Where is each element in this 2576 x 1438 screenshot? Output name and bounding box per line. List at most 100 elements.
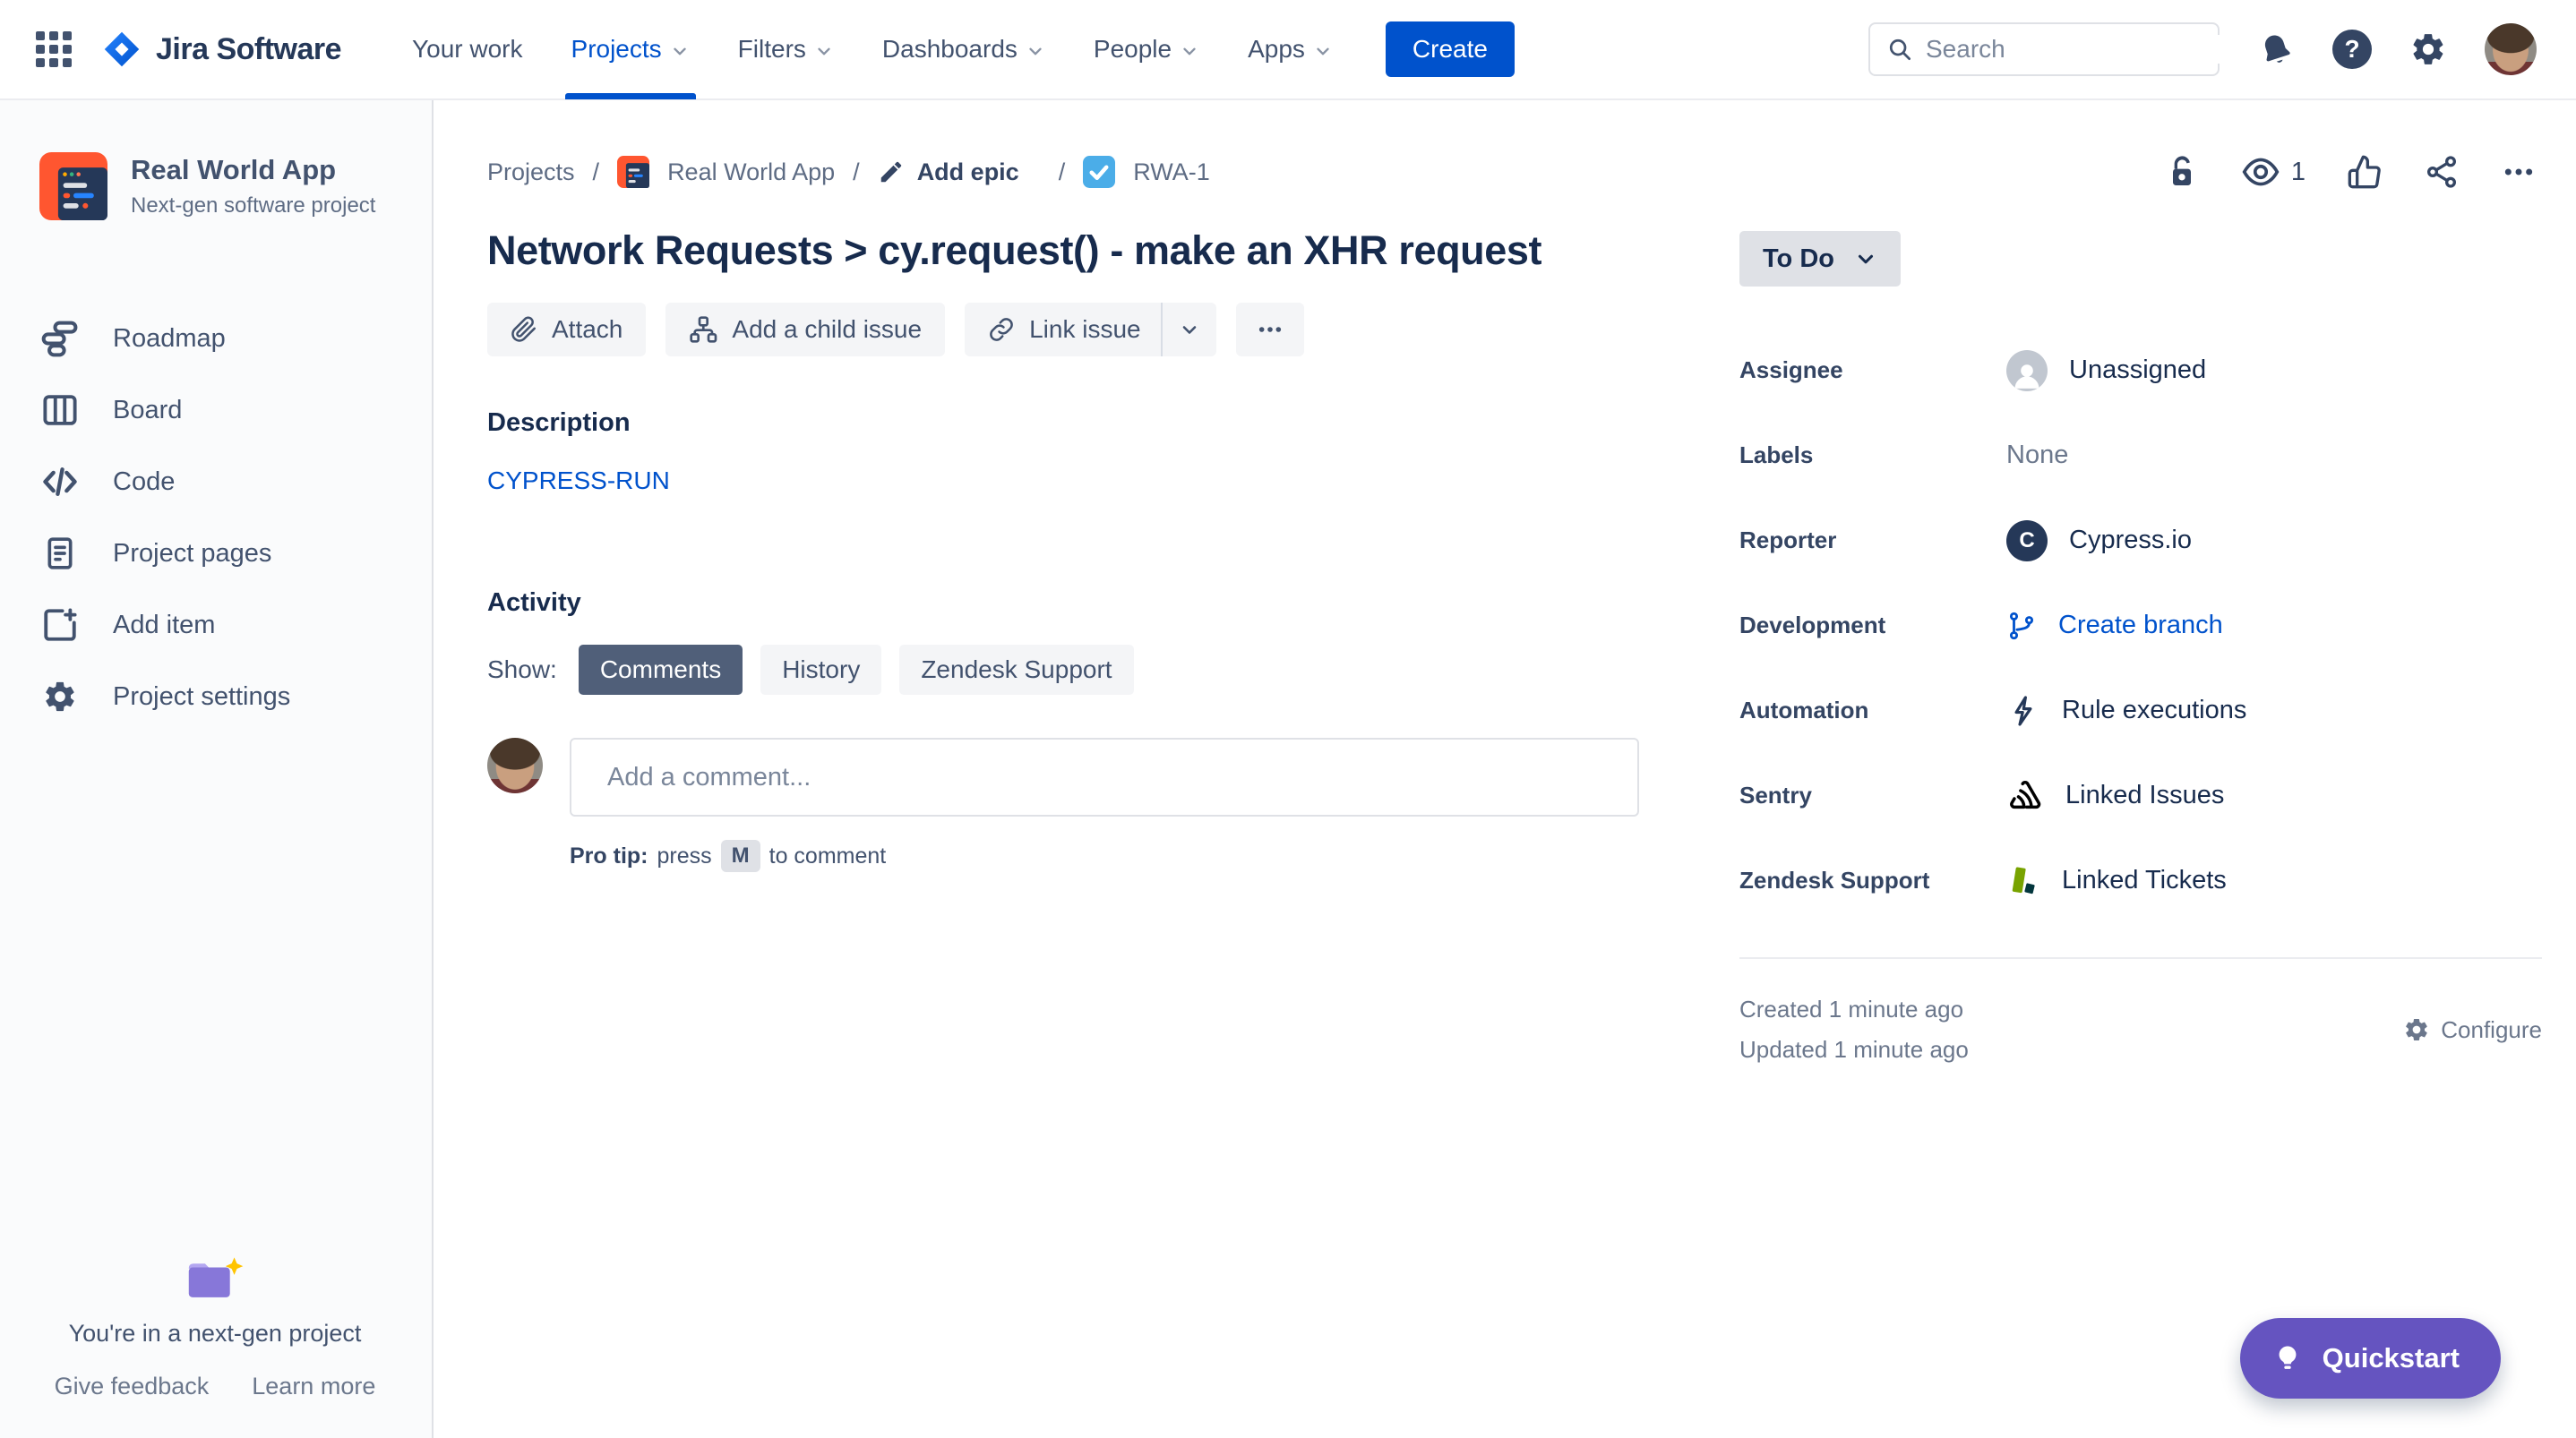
gear-icon [39, 679, 81, 715]
give-feedback-link[interactable]: Give feedback [55, 1373, 210, 1400]
sidebar-item-code[interactable]: Code [39, 446, 432, 518]
next-gen-message: You're in a next-gen project [68, 1320, 362, 1347]
paperclip-icon [511, 316, 537, 343]
issue-dates: Created 1 minute ago Updated 1 minute ag… [1739, 989, 1969, 1070]
issue-actions: Attach Add a child issue Link issue [487, 303, 1639, 356]
notifications-bell-icon[interactable] [2253, 26, 2300, 73]
search-input[interactable] [1926, 35, 2249, 64]
field-reporter: Reporter C Cypress.io [1739, 498, 2542, 583]
description-heading: Description [487, 408, 631, 437]
more-actions-button[interactable] [1235, 303, 1304, 356]
project-avatar [39, 152, 107, 220]
linked-issues-link[interactable]: Linked Issues [2006, 777, 2224, 815]
project-name: Real World App [131, 154, 337, 185]
settings-gear-icon[interactable] [2409, 30, 2447, 68]
panel-divider [1739, 957, 2542, 959]
updated-date: Updated 1 minute ago [1739, 1036, 1969, 1063]
comment-input[interactable] [570, 738, 1639, 817]
nav-item-your-work[interactable]: Your work [388, 0, 546, 99]
filter-zendesk[interactable]: Zendesk Support [899, 645, 1134, 695]
roadmap-icon [39, 319, 81, 358]
show-label: Show: [487, 655, 557, 683]
chevron-down-icon [670, 41, 690, 61]
field-sentry: Sentry Linked Issues [1739, 753, 2542, 838]
search-box[interactable] [1868, 22, 2249, 76]
configure-button[interactable]: Configure [2403, 989, 2542, 1070]
quickstart-button[interactable]: Quickstart [2239, 1318, 2501, 1399]
watchers-count: 1 [2290, 157, 2306, 186]
help-icon[interactable]: ? [2332, 30, 2372, 69]
field-labels: Labels None [1739, 441, 2069, 470]
create-branch-link[interactable]: Create branch [2006, 611, 2223, 641]
unlock-icon[interactable] [2164, 154, 2200, 190]
labels-value[interactable]: None [2006, 441, 2068, 470]
chevron-down-icon [814, 41, 834, 61]
child-issue-icon [689, 315, 717, 344]
jira-logo[interactable]: Jira Software [102, 30, 342, 69]
user-avatar[interactable] [2485, 23, 2537, 75]
breadcrumb-projects[interactable]: Projects [487, 158, 575, 186]
learn-more-link[interactable]: Learn more [252, 1373, 375, 1400]
link-issue-split-button: Link issue [965, 303, 1216, 356]
add-epic-button[interactable]: Add epic [878, 158, 1019, 186]
issue-title[interactable]: Network Requests > cy.request() - make a… [487, 227, 1639, 274]
nav-item-apps[interactable]: Apps [1224, 0, 1357, 99]
sidebar-item-project-pages[interactable]: Project pages [39, 518, 432, 589]
reporter-avatar: C [2006, 519, 2048, 561]
activity-heading: Activity [487, 588, 581, 617]
watchers-icon[interactable]: 1 [2241, 152, 2306, 192]
task-type-icon [1083, 156, 1116, 188]
field-assignee: Assignee Unassigned [1739, 328, 2542, 413]
status-dropdown[interactable]: To Do [1739, 231, 1901, 287]
zendesk-icon [2006, 864, 2040, 898]
description-link[interactable]: CYPRESS-RUN [487, 466, 670, 495]
brand-name: Jira Software [156, 31, 342, 66]
primary-nav: Your work Projects Filters Dashboards Pe… [388, 0, 1357, 99]
code-icon [39, 462, 81, 501]
chevron-down-icon [1313, 41, 1333, 61]
sidebar-item-roadmap[interactable]: Roadmap [39, 303, 432, 374]
breadcrumb-project[interactable]: Real World App [667, 158, 835, 186]
current-user-avatar [487, 738, 543, 793]
issue-toolbar: 1 [2164, 152, 2537, 192]
nav-item-filters[interactable]: Filters [714, 0, 858, 99]
breadcrumb-issue-key[interactable]: RWA-1 [1133, 158, 1210, 186]
create-button[interactable]: Create [1385, 21, 1515, 77]
field-development: Development Create branch [1739, 611, 2223, 641]
rule-executions-link[interactable]: Rule executions [2006, 694, 2246, 728]
sidebar-footer: You're in a next-gen project Give feedba… [0, 1255, 430, 1400]
reporter-value[interactable]: C Cypress.io [2006, 519, 2192, 561]
linked-tickets-link[interactable]: Linked Tickets [2006, 864, 2227, 898]
nav-item-dashboards[interactable]: Dashboards [858, 0, 1069, 99]
link-issue-dropdown[interactable] [1163, 303, 1216, 356]
lightning-bolt-icon [2006, 694, 2040, 728]
sidebar-nav: Roadmap Board Code Project pages Add ite… [39, 303, 432, 732]
sidebar-item-board[interactable]: Board [39, 374, 432, 446]
more-actions-icon[interactable] [2501, 154, 2537, 190]
attach-button[interactable]: Attach [487, 303, 647, 356]
board-icon [39, 391, 81, 429]
next-gen-folder-icon [0, 1255, 430, 1302]
sidebar-item-add-item[interactable]: Add item [39, 589, 432, 661]
app-switcher-icon[interactable] [36, 31, 72, 67]
link-issue-button[interactable]: Link issue [965, 303, 1161, 356]
assignee-value[interactable]: Unassigned [2006, 349, 2206, 391]
add-item-icon [39, 606, 81, 644]
filter-history[interactable]: History [760, 645, 882, 695]
created-date: Created 1 minute ago [1739, 996, 1964, 1023]
lightbulb-icon [2272, 1343, 2303, 1374]
field-zendesk: Zendesk Support Linked Tickets [1739, 838, 2542, 923]
share-icon[interactable] [2424, 154, 2460, 190]
filter-comments[interactable]: Comments [578, 645, 743, 695]
configure-gear-icon [2403, 1016, 2430, 1043]
project-sidebar: Real World App Next-gen software project… [0, 100, 434, 1438]
sidebar-item-project-settings[interactable]: Project settings [39, 661, 432, 732]
project-type: Next-gen software project [131, 193, 376, 218]
nav-item-projects[interactable]: Projects [547, 0, 714, 99]
like-icon[interactable] [2347, 154, 2383, 190]
comment-protip: Pro tip: press M to comment [570, 840, 1639, 872]
add-child-issue-button[interactable]: Add a child issue [665, 303, 946, 356]
nav-item-people[interactable]: People [1069, 0, 1224, 99]
project-header[interactable]: Real World App Next-gen software project [39, 152, 432, 220]
chevron-down-icon [1180, 41, 1199, 61]
